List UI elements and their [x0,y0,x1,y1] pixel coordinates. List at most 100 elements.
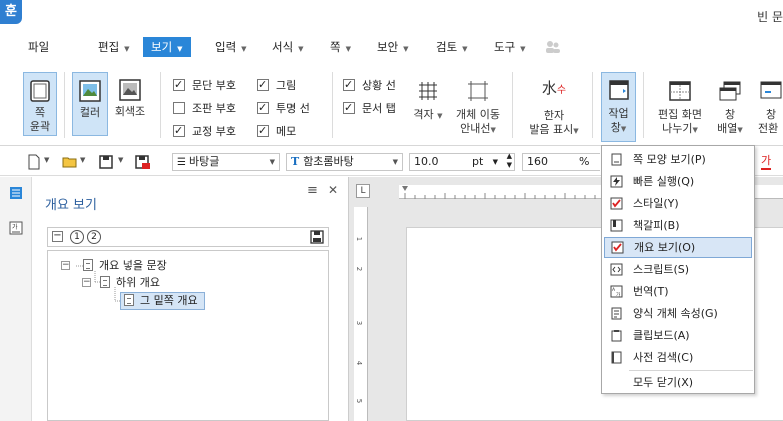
tree-node[interactable]: 하위 개요 [100,274,160,292]
ruler-mark: 5 [355,398,364,404]
quick-run-icon [610,175,623,188]
close-icon[interactable]: ✕ [328,183,338,197]
vertical-ruler[interactable]: 1 2 3 4 5 [354,207,368,421]
font-size-value: 10.0 [414,155,439,168]
outline-tree: − 개요 넣을 문장 − 하위 개요 그 밑쪽 개요 [47,250,329,421]
menu-item-dictionary[interactable]: 사전 검색(C) [604,347,752,368]
menu-item-label: 스타일(Y) [633,197,679,210]
window-switch-button[interactable]: 창 전환 [753,72,783,136]
page-outline-button[interactable]: 쪽 윤곽 [23,72,57,136]
tree-node-label: 그 밑쪽 개요 [140,294,198,307]
grid-button[interactable]: 격자 ▼ [412,72,444,136]
collapse-node-icon[interactable]: − [82,278,91,287]
ruler-corner-button[interactable]: L [356,184,370,198]
chevron-down-icon: ▼ [298,45,304,53]
chevron-down-icon[interactable]: ▼ [118,156,123,164]
font-value: 함초롬바탕 [303,155,354,168]
hanja-label-1: 한자 [543,109,565,122]
collapse-node-icon[interactable]: − [61,261,70,270]
menu-item-close-all[interactable]: 모두 닫기(X) [604,372,752,393]
save-pdf-icon[interactable] [134,154,150,170]
menu-insert-label: 입력 [215,40,237,54]
style-select[interactable]: ☰ 바탕글 ▼ [172,153,280,171]
level-1-label: 1 [74,232,80,242]
check-control-mark[interactable]: 조판 부호 [173,101,236,117]
font-size-input[interactable]: 10.0 pt ▼ ▲ ▼ [409,152,515,171]
check-proofreading-mark[interactable]: 교정 부호 [173,123,236,140]
task-pane-label-2: 창 [610,121,621,134]
menu-item-page-shape[interactable]: 쪽 모양 보기(P) [604,149,752,170]
panel-menu-icon[interactable]: ≡ [307,183,318,198]
check-paragraph-mark[interactable]: 문단 부호 [173,77,236,94]
svg-text:가: 가 [616,291,620,298]
menu-item-translate[interactable]: A가 번역(T) [604,281,752,302]
edit-screen-split-button[interactable]: 편집 화면 나누기▼ [651,72,709,136]
menu-page[interactable]: 쪽 ▼ [326,37,355,57]
check-document-tab[interactable]: 문서 탭 [343,100,396,117]
collapse-all-icon[interactable]: − [52,231,63,242]
menu-item-form-object[interactable]: 양식 개체 속성(G) [604,303,752,324]
form-object-icon [611,307,622,320]
check-label: 투명 선 [276,102,310,115]
menu-item-quick-run[interactable]: 빠른 실행(Q) [604,171,752,192]
color-picture-icon [79,80,101,102]
new-document-icon[interactable] [26,154,42,170]
user-connect-icon[interactable] [545,40,561,54]
menu-edit-label: 편집 [98,40,120,54]
menu-item-label: 스크립트(S) [633,263,690,276]
chevron-down-icon[interactable]: ▼ [80,156,85,164]
menu-item-label: 사전 검색(C) [633,351,694,364]
app-logo[interactable]: 훈 [0,0,22,24]
window-switch-icon [760,81,782,99]
menu-item-clipboard[interactable]: 클립보드(A) [604,325,752,346]
check-status-line[interactable]: 상황 선 [343,77,396,94]
color-button[interactable]: 컬러 [72,72,108,136]
window-switch-label-1: 창 [766,108,777,121]
task-pane-button[interactable]: 작업 창▼ [601,72,636,142]
ribbon-divider [64,72,65,138]
save-outline-icon[interactable] [310,230,324,244]
object-move-guide-button[interactable]: 개체 이동 안내선▼ [450,72,506,136]
menu-item-style[interactable]: 스타일(Y) [604,193,752,214]
font-select[interactable]: T 함초롬바탕 ▼ [286,153,403,171]
style-list-icon[interactable]: 가 [9,221,23,235]
menu-tools-label: 도구 [494,40,516,54]
hanja-pronunciation-button[interactable]: 水수 한자 발음 표시▼ [524,72,584,136]
check-memo[interactable]: 메모 [257,123,296,140]
zoom-input[interactable]: 160 % [522,153,600,171]
check-picture[interactable]: 그림 [257,77,296,94]
check-transparent-line[interactable]: 투명 선 [257,100,310,117]
menu-item-script[interactable]: 스크립트(S) [604,259,752,280]
open-folder-icon[interactable] [62,154,78,170]
font-color-icon[interactable]: 가 [761,154,772,170]
window-arrange-button[interactable]: 창 배열▼ [713,72,747,136]
menu-format[interactable]: 서식 ▼ [268,37,308,57]
outline-list-icon[interactable] [9,186,23,200]
check-label: 교정 부호 [192,125,236,138]
menu-view[interactable]: 보기 ▼ [143,37,191,57]
menu-security[interactable]: 보안 ▼ [373,37,413,57]
menu-page-label: 쪽 [330,40,341,54]
save-icon[interactable] [98,154,114,170]
task-pane-label-1: 작업 [608,107,629,120]
chevron-down-icon: ▼ [490,126,496,134]
menu-review[interactable]: 검토 ▼ [432,37,472,57]
menu-item-label: 클립보드(A) [633,329,690,342]
tree-node[interactable]: 개요 넣을 문장 [83,257,167,275]
tree-node-selected[interactable]: 그 밑쪽 개요 [120,292,205,310]
style-icon: ☰ [177,157,186,168]
menu-file[interactable]: 파일 [24,37,53,57]
menu-item-outline-view[interactable]: 개요 보기(O) [604,237,752,258]
menu-tools[interactable]: 도구 ▼ [490,37,530,57]
chevron-down-icon[interactable]: ▼ [44,156,49,164]
menu-insert[interactable]: 입력 ▼ [211,37,251,57]
chevron-down-icon: ▼ [392,158,398,166]
ruler-mark: 2 [355,266,364,272]
level-1-button[interactable]: 1 [70,230,84,244]
menu-item-bookmark[interactable]: 책갈피(B) [604,215,752,236]
stepper-icon[interactable]: ▲ ▼ [507,152,512,170]
grayscale-button[interactable]: 회색조 [111,72,149,136]
menu-edit[interactable]: 편집 ▼ [94,37,134,57]
split-screen-icon [669,81,691,101]
level-2-button[interactable]: 2 [87,230,101,244]
